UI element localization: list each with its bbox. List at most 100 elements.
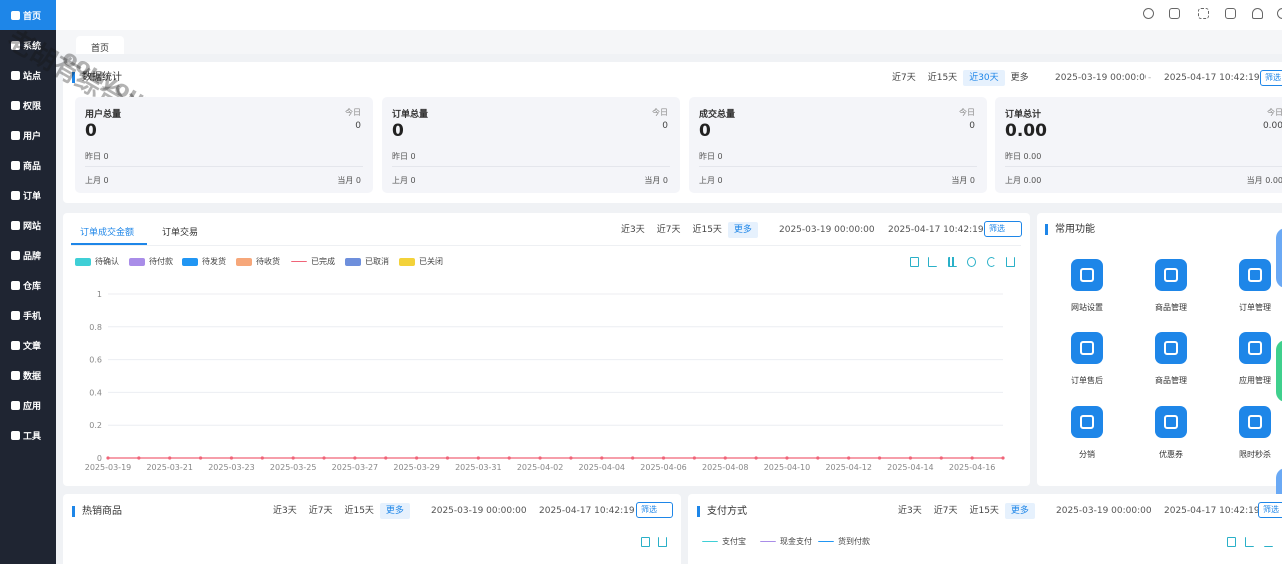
sidebar-item-7[interactable]: 网站 [0, 210, 56, 240]
sidebar-item-6[interactable]: 订单 [0, 180, 56, 210]
range-option[interactable]: 近7天 [303, 503, 339, 519]
data-view-icon[interactable] [910, 257, 919, 267]
theme-icon[interactable] [1169, 8, 1180, 19]
home-icon[interactable] [1225, 8, 1236, 19]
data-point[interactable] [291, 456, 295, 460]
range-option[interactable]: 近7天 [886, 70, 922, 86]
pay-legend-item[interactable]: 现金支付 [760, 536, 812, 547]
data-point[interactable] [538, 456, 542, 460]
stats-end-date[interactable]: 2025-04-17 10:42:19 [1158, 70, 1266, 86]
data-point[interactable] [507, 456, 511, 460]
sidebar-item-0[interactable]: 首页 [0, 0, 56, 30]
tab-home[interactable]: 首页 [76, 36, 124, 54]
pay-legend-item[interactable]: 支付宝 [702, 536, 746, 547]
data-view-icon[interactable] [641, 537, 650, 547]
tab-order-trade[interactable]: 订单交易 [162, 225, 198, 238]
stats-start-date[interactable]: 2025-03-19 00:00:00 [1049, 70, 1157, 86]
data-point[interactable] [106, 456, 110, 460]
fullscreen-icon[interactable] [1198, 8, 1209, 19]
quick-item[interactable]: 商品管理 [1136, 332, 1206, 386]
data-point[interactable] [384, 456, 388, 460]
tab-order-amount[interactable]: 订单成交金额 [80, 225, 134, 238]
range-option[interactable]: 近15天 [963, 503, 1004, 519]
data-point[interactable] [661, 456, 666, 460]
data-view-icon[interactable] [1227, 537, 1236, 547]
sidebar-item-2[interactable]: 站点 [0, 60, 56, 90]
hot-end-date[interactable]: 2025-04-17 10:42:19 [533, 503, 641, 519]
sidebar-item-10[interactable]: 手机 [0, 300, 56, 330]
legend-item[interactable]: 已关闭 [399, 256, 443, 267]
sidebar-item-5[interactable]: 商品 [0, 150, 56, 180]
sidebar-item-11[interactable]: 文章 [0, 330, 56, 360]
quick-item[interactable]: 网站设置 [1052, 259, 1122, 313]
bulb-icon[interactable] [1143, 8, 1154, 19]
data-point[interactable] [600, 456, 604, 460]
data-point[interactable] [198, 456, 203, 460]
hot-filter-button[interactable]: 筛选 [636, 502, 673, 518]
data-point[interactable] [229, 456, 234, 460]
range-option[interactable]: 更多 [379, 503, 410, 519]
legend-item[interactable]: 待收货 [236, 256, 280, 267]
data-point[interactable] [137, 456, 141, 460]
quick-item[interactable]: 订单售后 [1052, 332, 1122, 386]
range-option[interactable]: 近15天 [686, 222, 727, 238]
data-point[interactable] [970, 456, 974, 460]
hot-start-date[interactable]: 2025-03-19 00:00:00 [425, 503, 533, 519]
sidebar-item-1[interactable]: 系统 [0, 30, 56, 60]
pay-start-date[interactable]: 2025-03-19 00:00:00 [1050, 503, 1158, 519]
range-option[interactable]: 近7天 [651, 222, 687, 238]
pay-end-date[interactable]: 2025-04-17 10:42:19 [1158, 503, 1266, 519]
legend-item[interactable]: 已取消 [345, 256, 389, 267]
sidebar-item-4[interactable]: 用户 [0, 120, 56, 150]
data-point[interactable] [415, 456, 419, 460]
range-option[interactable]: 近30天 [963, 70, 1005, 86]
bell-icon[interactable] [1252, 8, 1263, 19]
line-chart-icon[interactable] [1245, 537, 1254, 547]
bar-chart-icon[interactable] [948, 257, 957, 267]
legend-item[interactable]: 待付款 [129, 256, 173, 267]
sidebar-item-8[interactable]: 品牌 [0, 240, 56, 270]
refresh-icon[interactable] [987, 257, 996, 267]
quick-item[interactable]: 限时秒杀 [1220, 406, 1282, 460]
data-point[interactable] [260, 456, 264, 460]
data-point[interactable] [1001, 456, 1005, 460]
data-point[interactable] [168, 456, 172, 460]
chart-end-date[interactable]: 2025-04-17 10:42:19 [882, 222, 990, 238]
data-point[interactable] [322, 456, 326, 460]
range-option[interactable]: 更多 [1004, 503, 1035, 519]
data-point[interactable] [569, 456, 573, 460]
data-point[interactable] [847, 456, 851, 460]
data-point[interactable] [754, 456, 758, 460]
range-option[interactable]: 更多 [727, 222, 758, 238]
range-option[interactable]: 近15天 [338, 503, 379, 519]
bar-chart-icon[interactable] [1264, 537, 1273, 547]
data-point[interactable] [445, 456, 450, 460]
line-chart-icon[interactable] [928, 257, 937, 267]
sidebar-item-13[interactable]: 应用 [0, 390, 56, 420]
quick-item[interactable]: 应用管理 [1220, 332, 1282, 386]
range-option[interactable]: 更多 [1005, 70, 1035, 86]
data-point[interactable] [816, 456, 820, 460]
legend-item[interactable]: 待发货 [182, 256, 226, 267]
sidebar-item-9[interactable]: 仓库 [0, 270, 56, 300]
chart-filter-button[interactable]: 筛选 [984, 221, 1022, 237]
download-icon[interactable] [658, 537, 667, 547]
legend-item[interactable]: 待确认 [75, 256, 119, 267]
data-point[interactable] [692, 456, 696, 460]
download-icon[interactable] [1006, 257, 1015, 267]
pay-filter-button[interactable]: 筛选 [1258, 502, 1282, 518]
pay-legend-item[interactable]: 货到付款 [818, 536, 870, 547]
quick-item[interactable]: 订单管理 [1220, 259, 1282, 313]
data-point[interactable] [723, 456, 727, 460]
data-point[interactable] [476, 456, 480, 460]
stats-filter-button[interactable]: 筛选 [1260, 70, 1282, 86]
quick-item[interactable]: 优惠券 [1136, 406, 1206, 460]
legend-item[interactable]: 已完成 [291, 256, 335, 267]
range-option[interactable]: 近3天 [267, 503, 303, 519]
data-point[interactable] [908, 456, 913, 460]
sidebar-item-3[interactable]: 权限 [0, 90, 56, 120]
user-avatar-icon[interactable] [1277, 8, 1282, 19]
data-point[interactable] [939, 456, 943, 460]
range-option[interactable]: 近7天 [928, 503, 964, 519]
range-option[interactable]: 近3天 [615, 222, 651, 238]
